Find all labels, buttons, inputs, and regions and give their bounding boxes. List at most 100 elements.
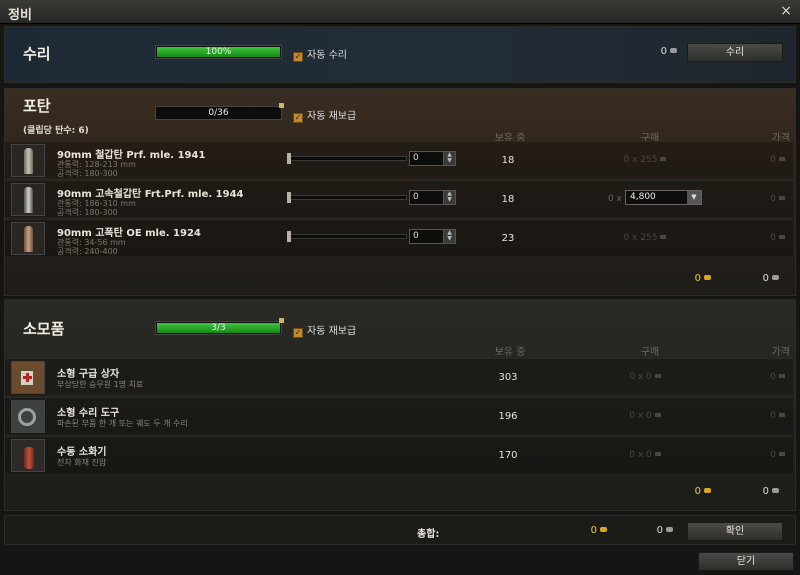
ammo-clip-info: (클립당 탄수: 6) (23, 126, 89, 136)
total-gold-value: 0 (590, 525, 597, 536)
ammo-buy-value: 0 x 255 (623, 155, 658, 165)
repair-cost: 0 (625, 46, 677, 57)
consumables-section: 소모품 3/3 ✓ 자동 재보급 보유 중 구매 가격 소형 구급 상자 부상당한… (4, 299, 796, 511)
ammo-price-value: 0 (770, 233, 776, 243)
consumable-price-value: 0 (770, 411, 776, 421)
repair-progress-bar: 100% (155, 45, 282, 59)
repair-button[interactable]: 수리 (687, 43, 783, 62)
ammo-owned: 18 (501, 155, 515, 166)
consumable-owned: 196 (498, 411, 518, 422)
consumable-price: 0 (770, 450, 785, 460)
slider-handle[interactable] (287, 192, 291, 203)
ammo-total-gold: 0 (645, 273, 711, 284)
ammo-price: 0 (770, 194, 785, 204)
ammo-quantity-stepper[interactable]: 0 ▲ ▼ (409, 151, 456, 166)
total-credits: 0 (615, 525, 673, 536)
ammo-total-credits: 0 (725, 273, 779, 284)
price-header: 가격 (771, 347, 790, 358)
consumable-buy: 0 x 0 (605, 411, 685, 421)
auto-repair-label: 자동 수리 (307, 50, 347, 61)
ammo-quantity: 0 (413, 192, 419, 202)
ammo-title: 포탄 (23, 97, 51, 115)
auto-repair-checkbox[interactable]: ✓ 자동 수리 (293, 46, 347, 62)
consumable-price-value: 0 (770, 450, 776, 460)
owned-header: 보유 중 (494, 347, 526, 358)
stepper-arrows-icon[interactable]: ▲ ▼ (443, 152, 455, 165)
ammo-buy-value: 0 x 255 (623, 233, 658, 243)
close-icon[interactable]: × (780, 3, 792, 19)
ammo-buy-prefix: 0 x (608, 194, 622, 204)
consumable-description: 전차 화재 진압 (57, 458, 107, 467)
ammo-section: 포탄 (클립당 탄수: 6) 0/36 ✓ 자동 재보급 보유 중 구매 가격 9… (4, 88, 796, 296)
total-gold: 0 (545, 525, 607, 536)
ammo-quantity: 0 (413, 231, 419, 241)
consumable-description: 파손된 부품 한 개 또는 궤도 두 개 수리 (57, 419, 188, 428)
credits-icon (779, 235, 785, 239)
maintenance-window: 정비 × 수리 100% ✓ 자동 수리 0 수리 포탄 (클립당 탄수: 6) … (0, 0, 800, 575)
ammo-auto-resupply-label: 자동 재보급 (307, 111, 357, 122)
ammo-row: 90mm 고폭탄 OE mle. 1924 관통력: 34-56 mm 공격력:… (5, 219, 793, 256)
bar-marker (279, 318, 284, 323)
ammo-price: 0 (770, 233, 785, 243)
consumables-auto-resupply-checkbox[interactable]: ✓ 자동 재보급 (293, 322, 356, 338)
slider-handle[interactable] (287, 153, 291, 164)
credits-icon (772, 488, 779, 493)
ammo-slider[interactable] (287, 231, 407, 242)
checkmark-icon: ✓ (293, 328, 303, 338)
gold-icon (600, 527, 607, 532)
credits-icon (779, 157, 785, 161)
fire-extinguisher-icon (11, 439, 45, 472)
ammo-row: 90mm 고속철갑탄 Frt.Prf. mle. 1944 관통력: 186-3… (5, 180, 793, 217)
first-aid-kit-icon (11, 361, 45, 394)
gold-icon (704, 275, 711, 280)
buy-header: 구매 (640, 347, 660, 358)
ammo-auto-resupply-checkbox[interactable]: ✓ 자동 재보급 (293, 107, 356, 123)
shell-ap-icon (11, 144, 45, 177)
checkmark-icon: ✓ (293, 113, 303, 123)
confirm-button[interactable]: 확인 (687, 522, 783, 541)
checkmark-icon: ✓ (293, 52, 303, 62)
consumable-name: 소형 구급 상자 (57, 369, 120, 380)
ammo-slider[interactable] (287, 153, 407, 164)
currency-select-value: 4,800 (630, 192, 656, 202)
consumables-total-gold: 0 (645, 486, 711, 497)
ammo-buy: 0 x 255 (605, 155, 685, 165)
repair-progress-label: 100% (205, 47, 232, 57)
credits-icon (660, 157, 667, 161)
ammo-total-gold-value: 0 (694, 273, 701, 284)
credits-icon (654, 452, 661, 456)
ammo-damage: 공격력: 180-300 (57, 169, 118, 178)
credits-icon (779, 374, 785, 378)
consumables-progress-label: 3/3 (211, 323, 226, 333)
ammo-slider[interactable] (287, 192, 407, 203)
credits-icon (666, 527, 673, 532)
ammo-price-value: 0 (770, 155, 776, 165)
ammo-price: 0 (770, 155, 785, 165)
repair-title: 수리 (23, 45, 51, 63)
consumable-buy-value: 0 x 0 (629, 372, 652, 382)
chevron-down-icon[interactable]: ▼ (687, 191, 701, 204)
credits-icon (779, 452, 785, 456)
consumable-price: 0 (770, 372, 785, 382)
credits-icon (654, 374, 661, 378)
credits-icon (660, 235, 667, 239)
ammo-quantity-stepper[interactable]: 0 ▲ ▼ (409, 229, 456, 244)
shell-apcr-icon (11, 183, 45, 216)
slider-handle[interactable] (287, 231, 291, 242)
consumable-price-value: 0 (770, 372, 776, 382)
total-label: 총합: (417, 529, 440, 540)
consumable-row: 소형 구급 상자 부상당한 승무원 1명 치료 303 0 x 0 0 (5, 358, 793, 395)
ammo-row: 90mm 철갑탄 Prf. mle. 1941 관통력: 128-213 mm … (5, 141, 793, 178)
window-title: 정비 (8, 8, 32, 23)
currency-select[interactable]: 4,800 ▼ (625, 190, 702, 205)
consumable-name: 소형 수리 도구 (57, 408, 120, 419)
ammo-quantity-stepper[interactable]: 0 ▲ ▼ (409, 190, 456, 205)
consumables-total-credits: 0 (725, 486, 779, 497)
bar-marker (279, 103, 284, 108)
ammo-damage: 공격력: 240-400 (57, 247, 118, 256)
stepper-arrows-icon[interactable]: ▲ ▼ (443, 191, 455, 204)
credits-icon (779, 413, 785, 417)
consumables-title: 소모품 (23, 320, 65, 338)
close-button[interactable]: 닫기 (698, 552, 794, 571)
stepper-arrows-icon[interactable]: ▲ ▼ (443, 230, 455, 243)
